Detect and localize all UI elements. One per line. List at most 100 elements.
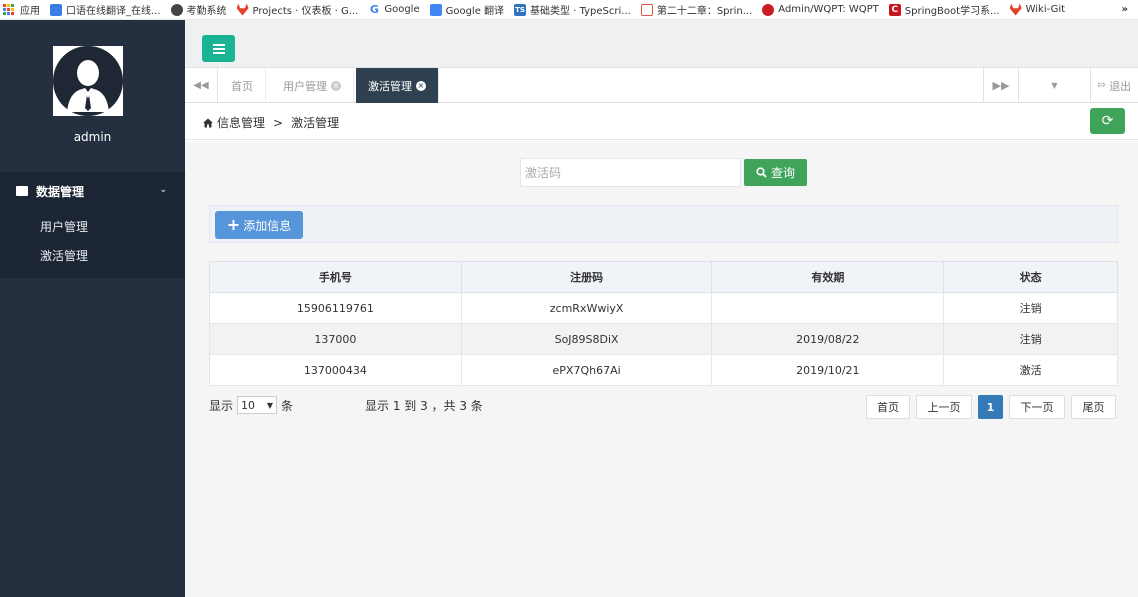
bookmark-item[interactable]: C SpringBoot学习系... bbox=[888, 2, 1000, 17]
logout-button[interactable]: ⇰ 退出 bbox=[1090, 68, 1138, 103]
home-icon bbox=[203, 118, 213, 127]
sidebar-group-data-management[interactable]: 数据管理 ⌄ bbox=[0, 172, 185, 210]
plus-icon: + bbox=[226, 215, 241, 234]
cell-phone: 15906119761 bbox=[209, 292, 462, 324]
cell-validity bbox=[711, 292, 945, 324]
table-row[interactable]: 137000 SoJ89S8DiX 2019/08/22 注销 bbox=[209, 323, 1118, 355]
tab-home[interactable]: 首页 bbox=[219, 68, 266, 103]
tab-user-management[interactable]: 用户管理 × bbox=[271, 68, 354, 103]
add-info-label: 添加信息 bbox=[243, 218, 292, 233]
tab-activation-management[interactable]: 激活管理 × bbox=[356, 68, 439, 103]
refresh-button[interactable]: ⟳ bbox=[1090, 108, 1125, 134]
next-page-button[interactable]: 下一页 bbox=[1009, 395, 1065, 419]
google-icon: G bbox=[369, 2, 379, 16]
breadcrumb-current: 激活管理 bbox=[291, 116, 340, 130]
page-button-current[interactable]: 1 bbox=[978, 395, 1003, 419]
column-header-registration-code[interactable]: 注册码 bbox=[460, 261, 713, 293]
tab-bar: ◀◀ 首页 用户管理 × 激活管理 × ▶▶ ▼ ⇰ 退出 bbox=[185, 68, 1138, 103]
cell-phone: 137000434 bbox=[209, 354, 462, 386]
prev-page-button[interactable]: 上一页 bbox=[916, 395, 972, 419]
main-content: 查询 + 添加信息 手机号 注册码 有效期 状态 15906119761 zcm… bbox=[185, 141, 1138, 597]
add-info-button[interactable]: + 添加信息 bbox=[215, 211, 303, 239]
sidebar-group: 数据管理 ⌄ 用户管理 激活管理 bbox=[0, 172, 185, 278]
cell-status-action[interactable]: 注销 bbox=[943, 323, 1118, 355]
activation-table: 手机号 注册码 有效期 状态 15906119761 zcmRxWwiyX 注销… bbox=[209, 261, 1118, 386]
double-chevron-right-icon: ▶▶ bbox=[992, 79, 1010, 92]
close-icon[interactable]: × bbox=[416, 80, 426, 91]
pagination-summary: 显示 1 到 3 ，共 3 条 bbox=[365, 399, 483, 413]
bookmark-label: 口语在线翻译_在线... bbox=[66, 6, 161, 17]
bookmark-item[interactable]: 口语在线翻译_在线... bbox=[50, 2, 161, 17]
table-row[interactable]: 15906119761 zcmRxWwiyX 注销 bbox=[209, 292, 1118, 324]
breadcrumb-separator: > bbox=[273, 115, 284, 130]
bookmark-item[interactable]: G Google bbox=[368, 2, 420, 16]
sidebar-item-activation-management[interactable]: 激活管理 bbox=[40, 247, 88, 264]
search-button[interactable]: 查询 bbox=[744, 159, 807, 186]
page-size-suffix: 条 bbox=[281, 398, 294, 413]
bookmarks-more-button[interactable]: » bbox=[1122, 4, 1128, 15]
bookmark-apps[interactable]: 应用 bbox=[0, 2, 40, 17]
activation-code-search-input[interactable] bbox=[520, 158, 741, 187]
bookmark-label: SpringBoot学习系... bbox=[904, 6, 1000, 17]
column-header-phone[interactable]: 手机号 bbox=[209, 261, 462, 293]
bookmark-label: 应用 bbox=[20, 6, 40, 17]
bookmark-label: 第二十二章：Sprin... bbox=[656, 6, 753, 17]
page-size-select[interactable]: 10 ▼ bbox=[237, 396, 278, 414]
bookmark-item[interactable]: Admin/WQPT: WQPT bbox=[762, 3, 879, 16]
folder-icon bbox=[16, 186, 28, 196]
username: admin bbox=[73, 130, 112, 144]
logout-icon: ⇰ bbox=[1097, 80, 1107, 91]
close-icon[interactable]: × bbox=[331, 80, 341, 91]
cell-validity: 2019/08/22 bbox=[711, 323, 945, 355]
breadcrumb-bar: 信息管理 > 激活管理 ⟳ bbox=[185, 103, 1138, 140]
gitlab-icon bbox=[1009, 3, 1022, 16]
table-row[interactable]: 137000434 ePX7Qh67Ai 2019/10/21 激活 bbox=[209, 354, 1118, 386]
hamburger-icon bbox=[212, 43, 225, 54]
bookmark-item[interactable]: TS 基础类型 · TypeScri... bbox=[514, 2, 631, 17]
search-button-label: 查询 bbox=[770, 166, 795, 180]
chevron-down-icon: ⌄ bbox=[159, 185, 167, 195]
bookmark-label: Google bbox=[384, 4, 420, 15]
logout-label: 退出 bbox=[1109, 79, 1132, 93]
bookmark-label: Wiki-Git bbox=[1025, 4, 1066, 15]
sidebar: admin 数据管理 ⌄ 用户管理 激活管理 bbox=[0, 20, 185, 597]
caret-down-icon: ▼ bbox=[266, 400, 274, 410]
bookmarks-bar: 应用 口语在线翻译_在线... 考勤系统 Projects · 仪表板 · G.… bbox=[0, 0, 1138, 20]
book-icon bbox=[640, 3, 653, 16]
table-header-row: 手机号 注册码 有效期 状态 bbox=[209, 261, 1118, 293]
bookmark-item[interactable]: 第二十二章：Sprin... bbox=[640, 2, 753, 17]
cell-phone: 137000 bbox=[209, 323, 462, 355]
avatar[interactable] bbox=[53, 46, 123, 116]
tab-label: 首页 bbox=[231, 79, 253, 93]
sidebar-item-user-management[interactable]: 用户管理 bbox=[40, 218, 88, 235]
tab-options-dropdown[interactable]: ▼ bbox=[1018, 68, 1090, 103]
cell-registration-code: ePX7Qh67Ai bbox=[460, 354, 713, 386]
bookmark-item[interactable]: Wiki-Git bbox=[1009, 3, 1066, 16]
bookmark-label: 考勤系统 bbox=[186, 6, 227, 17]
double-chevron-left-icon: ◀◀ bbox=[193, 80, 209, 91]
sidebar-group-label: 数据管理 bbox=[36, 184, 85, 199]
bookmark-item[interactable]: Projects · 仪表板 · G... bbox=[236, 2, 359, 17]
gitee-icon bbox=[762, 3, 775, 16]
column-header-validity[interactable]: 有效期 bbox=[711, 261, 945, 293]
column-header-status[interactable]: 状态 bbox=[943, 261, 1118, 293]
tab-scroll-left-button[interactable]: ◀◀ bbox=[185, 68, 218, 103]
caret-down-icon: ▼ bbox=[1051, 81, 1058, 90]
sidebar-toggle-button[interactable] bbox=[202, 35, 235, 62]
cell-status-action[interactable]: 注销 bbox=[943, 292, 1118, 324]
cell-status-action[interactable]: 激活 bbox=[943, 354, 1118, 386]
pagination: 首页 上一页 1 下一页 尾页 bbox=[866, 395, 1116, 419]
search-icon bbox=[756, 167, 767, 178]
first-page-button[interactable]: 首页 bbox=[866, 395, 910, 419]
page-size-value: 10 bbox=[241, 398, 256, 412]
breadcrumb-parent[interactable]: 信息管理 bbox=[217, 114, 265, 131]
csdn-icon: C bbox=[888, 3, 901, 16]
bookmark-label: Google 翻译 bbox=[445, 6, 505, 17]
last-page-button[interactable]: 尾页 bbox=[1071, 395, 1116, 419]
translate-icon bbox=[50, 3, 62, 16]
tab-label: 激活管理 bbox=[368, 79, 412, 93]
bookmark-item[interactable]: Google 翻译 bbox=[429, 2, 505, 17]
bookmark-label: Projects · 仪表板 · G... bbox=[252, 6, 359, 17]
bookmark-item[interactable]: 考勤系统 bbox=[170, 2, 227, 17]
tab-scroll-right-button[interactable]: ▶▶ bbox=[983, 68, 1018, 103]
